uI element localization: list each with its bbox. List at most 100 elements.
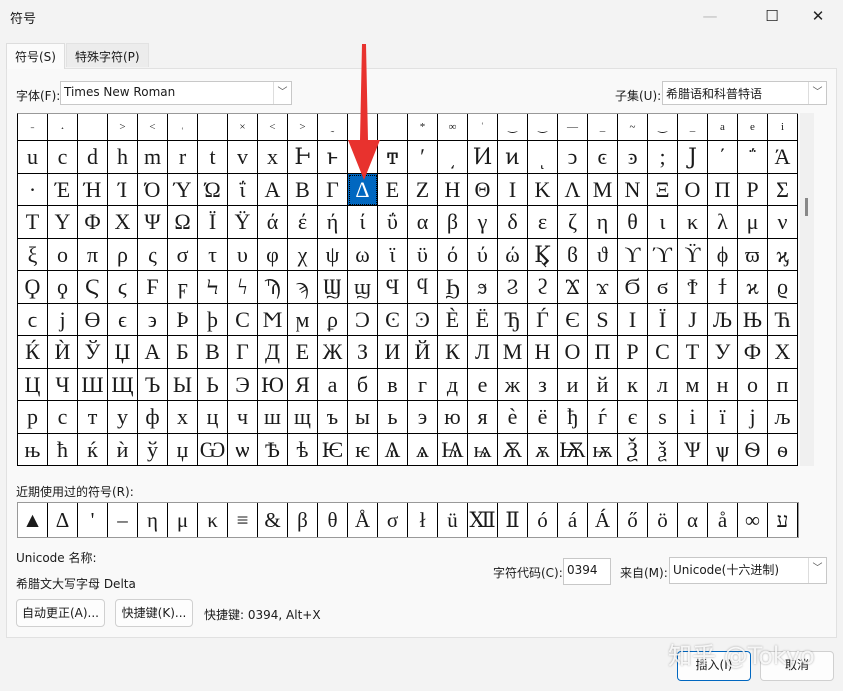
symbol-cell[interactable]: ϸ [198, 303, 228, 336]
symbol-cell[interactable]: ϐ [558, 238, 588, 271]
symbol-cell[interactable]: Ϫ [558, 271, 588, 304]
symbol-cell[interactable]: Ϲ [228, 303, 258, 336]
symbol-cell[interactable]: Ъ [138, 368, 168, 401]
symbol-cell[interactable]: Ϸ [168, 303, 198, 336]
symbol-cell[interactable] [78, 114, 108, 141]
symbol-cell[interactable]: М [498, 336, 528, 369]
symbol-cell[interactable]: ˃ [288, 114, 318, 141]
symbol-cell[interactable]: ϔ [678, 238, 708, 271]
symbol-cell[interactable]: ю [438, 401, 468, 434]
symbol-cell[interactable]: ϙ [48, 271, 78, 304]
symbol-cell[interactable]: γ [468, 206, 498, 239]
symbol-cell[interactable]: × [228, 114, 258, 141]
symbol-cell[interactable]: Έ [48, 173, 78, 206]
symbol-cell[interactable]: ь [378, 401, 408, 434]
tab-symbols[interactable]: 符号(S) [6, 43, 65, 69]
symbol-cell[interactable]: Ι [498, 173, 528, 206]
symbol-cell[interactable]: Ϙ [18, 271, 48, 304]
symbol-cell[interactable]: ѧ [408, 433, 438, 466]
symbol-cell[interactable]: ϫ [588, 271, 618, 304]
symbol-cell[interactable]: А [138, 336, 168, 369]
symbol-cell[interactable]: Ͻ [348, 303, 378, 336]
symbol-cell[interactable]: ϯ [708, 271, 738, 304]
symbol-cell[interactable]: ё [528, 401, 558, 434]
symbol-cell[interactable]: ϳ [48, 303, 78, 336]
symbol-cell[interactable]: η [588, 206, 618, 239]
minimize-button[interactable]: — [690, 4, 730, 28]
symbol-cell[interactable]: ϟ [228, 271, 258, 304]
symbol-cell[interactable]: ѕ [648, 401, 678, 434]
symbol-cell[interactable]: ѯ [648, 433, 678, 466]
symbol-cell[interactable]: έ [288, 206, 318, 239]
symbol-cell[interactable]: ϰ [738, 271, 768, 304]
symbol-cell[interactable]: Э [228, 368, 258, 401]
symbol-cell[interactable]: Ѩ [438, 433, 468, 466]
symbol-cell[interactable]: Д [258, 336, 288, 369]
symbol-cell[interactable]: в [378, 368, 408, 401]
symbol-cell[interactable]: й [588, 368, 618, 401]
symbol-cell[interactable]: Ѯ [618, 433, 648, 466]
recent-symbol[interactable]: κ [198, 503, 228, 537]
symbol-cell[interactable]: c [48, 141, 78, 174]
symbol-cell[interactable]: ˖ [48, 114, 78, 141]
symbol-cell[interactable]: Χ [108, 206, 138, 239]
symbol-cell[interactable]: ђ [558, 401, 588, 434]
symbol-cell[interactable]: Щ [108, 368, 138, 401]
symbol-cell[interactable]: Л [468, 336, 498, 369]
symbol-cell[interactable]: ϊ [378, 238, 408, 271]
symbol-cell[interactable]: ϑ [588, 238, 618, 271]
symbol-cell[interactable]: i [768, 114, 798, 141]
recent-symbol[interactable]: ▲ [18, 503, 48, 537]
recent-symbol[interactable]: Á [588, 503, 618, 537]
symbol-cell[interactable]: І [618, 303, 648, 336]
insert-button[interactable]: 插入(I) [677, 651, 751, 681]
symbol-cell[interactable]: ο [48, 238, 78, 271]
subset-select[interactable]: 希腊语和科普特语 ﹀ [662, 81, 827, 105]
symbol-cell[interactable]: Ͱ [288, 141, 318, 174]
symbol-cell[interactable]: ͷ [498, 141, 528, 174]
symbol-cell[interactable]: ϩ [528, 271, 558, 304]
symbol-cell[interactable]: Α [258, 173, 288, 206]
symbol-cell[interactable]: Н [528, 336, 558, 369]
recent-symbol[interactable]: μ [168, 503, 198, 537]
symbol-cell[interactable]: e [738, 114, 768, 141]
autocorrect-button[interactable]: 自动更正(A)... [16, 599, 105, 627]
symbol-cell[interactable]: Ϳ [678, 141, 708, 174]
close-button[interactable]: ✕ [798, 4, 838, 28]
symbol-cell[interactable]: Ѝ [48, 336, 78, 369]
symbol-cell[interactable]: Ώ [198, 173, 228, 206]
symbol-cell[interactable]: Β [288, 173, 318, 206]
scrollbar-thumb[interactable] [805, 198, 808, 216]
symbol-cell[interactable]: Ќ [18, 336, 48, 369]
symbol-cell[interactable]: ͺ [528, 141, 558, 174]
symbol-cell[interactable]: τ [198, 238, 228, 271]
symbol-cell[interactable]: ѡ [228, 433, 258, 466]
symbol-cell[interactable]: Љ [708, 303, 738, 336]
symbol-cell[interactable]: Ј [678, 303, 708, 336]
symbol-cell[interactable]: ϲ [18, 303, 48, 336]
symbol-cell[interactable]: ϻ [288, 303, 318, 336]
symbol-cell[interactable]: г [408, 368, 438, 401]
symbol-cell[interactable]: ϝ [168, 271, 198, 304]
symbol-cell[interactable]: ѥ [348, 433, 378, 466]
symbol-cell[interactable]: Ϣ [318, 271, 348, 304]
symbol-cell[interactable]: Ћ [768, 303, 798, 336]
symbol-cell[interactable]: С [648, 336, 678, 369]
symbol-cell[interactable]: Ϟ [198, 271, 228, 304]
symbol-cell[interactable]: ц [198, 401, 228, 434]
symbol-cell[interactable]: Ш [78, 368, 108, 401]
symbol-cell[interactable]: э [408, 401, 438, 434]
symbol-cell[interactable]: е [468, 368, 498, 401]
symbol-cell[interactable]: Џ [108, 336, 138, 369]
recent-symbol[interactable]: θ [318, 503, 348, 537]
symbol-cell[interactable]: ы [348, 401, 378, 434]
symbol-cell[interactable]: Ν [618, 173, 648, 206]
symbol-cell[interactable]: ϖ [738, 238, 768, 271]
recent-symbol[interactable]: ü [438, 503, 468, 537]
symbol-cell[interactable]: Σ [768, 173, 798, 206]
symbol-cell[interactable]: Ѕ [588, 303, 618, 336]
symbol-cell[interactable]: α [408, 206, 438, 239]
recent-symbol[interactable]: á [558, 503, 588, 537]
symbol-cell[interactable]: Ϡ [258, 271, 288, 304]
symbol-cell[interactable]: У [708, 336, 738, 369]
